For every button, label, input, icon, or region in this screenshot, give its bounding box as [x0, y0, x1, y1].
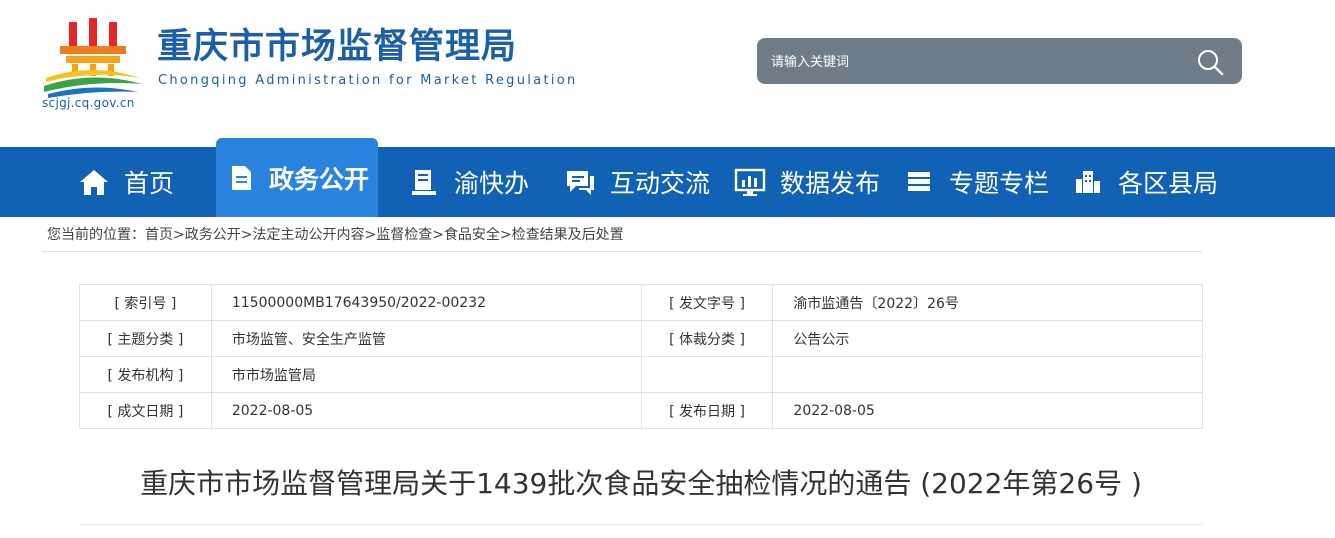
- search-input[interactable]: [769, 38, 1183, 86]
- title-divider: [79, 524, 1203, 525]
- search-icon[interactable]: [1196, 48, 1224, 76]
- site-header: scjgj.cq.gov.cn 重庆市市场监督管理局 Chongqing Adm…: [0, 0, 1335, 147]
- nav-item-label: 各区县局: [1118, 169, 1219, 198]
- table-row: [ 索引号 ] 11500000MB17643950/2022-00232 [ …: [79, 284, 1203, 321]
- meta-value-genre: 公告公示: [772, 320, 1203, 357]
- breadcrumb-link-inspection[interactable]: 监督检查: [376, 227, 432, 243]
- meta-label-index-no: [ 索引号 ]: [79, 284, 212, 321]
- meta-label-publish-date: [ 发布日期 ]: [640, 392, 774, 429]
- meta-value-doc-no: 渝市监通告〔2022〕26号: [772, 284, 1203, 321]
- site-domain: scjgj.cq.gov.cn: [42, 96, 135, 110]
- meta-value-topic: 市场监管、安全生产监管: [210, 320, 642, 357]
- nav-item-gov-affairs[interactable]: 政务公开: [216, 138, 378, 217]
- nav-item-interaction[interactable]: 互动交流: [564, 147, 710, 217]
- breadcrumb-link-home[interactable]: 首页: [145, 227, 173, 243]
- book-icon: [408, 166, 440, 198]
- table-row: [ 主题分类 ] 市场监管、安全生产监管 [ 体裁分类 ] 公告公示: [79, 320, 1203, 357]
- stack-icon: [903, 166, 935, 198]
- search-box: [757, 38, 1242, 86]
- meta-value-publish-date: 2022-08-05: [772, 392, 1203, 429]
- chart-monitor-icon: [734, 166, 766, 198]
- breadcrumb-separator: >: [173, 227, 185, 243]
- meta-label-genre: [ 体裁分类 ]: [640, 320, 774, 357]
- meta-empty-cell: [772, 356, 1203, 393]
- site-title[interactable]: 重庆市市场监督管理局: [157, 27, 517, 67]
- breadcrumb-link-food-safety[interactable]: 食品安全: [444, 227, 500, 243]
- document-meta-table: [ 索引号 ] 11500000MB17643950/2022-00232 [ …: [79, 284, 1203, 429]
- breadcrumb-prefix: 您当前的位置：: [47, 227, 145, 243]
- buildings-icon: [1072, 166, 1104, 198]
- nav-item-label: 数据发布: [780, 169, 881, 198]
- nav-item-data-release[interactable]: 数据发布: [734, 147, 880, 217]
- nav-item-home[interactable]: 首页: [78, 147, 174, 217]
- logo-emblem-icon[interactable]: [42, 18, 142, 100]
- nav-item-label: 渝快办: [454, 169, 530, 198]
- nav-item-district-bureaus[interactable]: 各区县局: [1072, 147, 1218, 217]
- breadcrumb-separator: >: [240, 227, 253, 243]
- article-title: 重庆市市场监督管理局关于1439批次食品安全抽检情况的通告 (2022年第26号…: [140, 467, 1142, 500]
- breadcrumb: 您当前的位置：首页>政务公开>法定主动公开内容>监督检查>食品安全>检查结果及后…: [42, 218, 1202, 252]
- main-nav: 首页 政务公开 渝快办 互动交流 数据发布 专题专栏 各区县局: [0, 138, 1335, 217]
- breadcrumb-link-gov-affairs[interactable]: 政务公开: [185, 227, 241, 243]
- nav-item-label: 首页: [124, 169, 175, 198]
- meta-value-written-date: 2022-08-05: [210, 392, 642, 429]
- meta-label-topic: [ 主题分类 ]: [79, 320, 212, 357]
- meta-label-doc-no: [ 发文字号 ]: [640, 284, 774, 321]
- meta-label-written-date: [ 成文日期 ]: [79, 392, 212, 429]
- nav-item-label: 专题专栏: [949, 169, 1050, 198]
- site-subtitle: Chongqing Administration for Market Regu…: [158, 73, 578, 88]
- nav-item-label: 政务公开: [268, 164, 369, 194]
- breadcrumb-separator: >: [364, 227, 377, 243]
- breadcrumb-separator: >: [432, 227, 444, 243]
- breadcrumb-separator: >: [499, 227, 512, 243]
- table-row: [ 成文日期 ] 2022-08-05 [ 发布日期 ] 2022-08-05: [79, 392, 1203, 429]
- chat-icon: [564, 166, 596, 198]
- meta-empty-cell: [640, 356, 774, 393]
- table-row: [ 发布机构 ] 市市场监管局: [79, 356, 1203, 393]
- nav-item-yukuaiban[interactable]: 渝快办: [408, 147, 529, 217]
- nav-item-special-topics[interactable]: 专题专栏: [903, 147, 1049, 217]
- breadcrumb-link-results[interactable]: 检查结果及后处置: [512, 227, 624, 243]
- meta-value-publisher: 市市场监管局: [210, 356, 642, 393]
- meta-label-publisher: [ 发布机构 ]: [79, 356, 212, 393]
- nav-item-label: 互动交流: [610, 169, 711, 198]
- home-icon: [78, 166, 110, 198]
- breadcrumb-link-statutory[interactable]: 法定主动公开内容: [252, 227, 364, 243]
- meta-value-index-no: 11500000MB17643950/2022-00232: [210, 284, 642, 321]
- document-icon: [225, 162, 257, 194]
